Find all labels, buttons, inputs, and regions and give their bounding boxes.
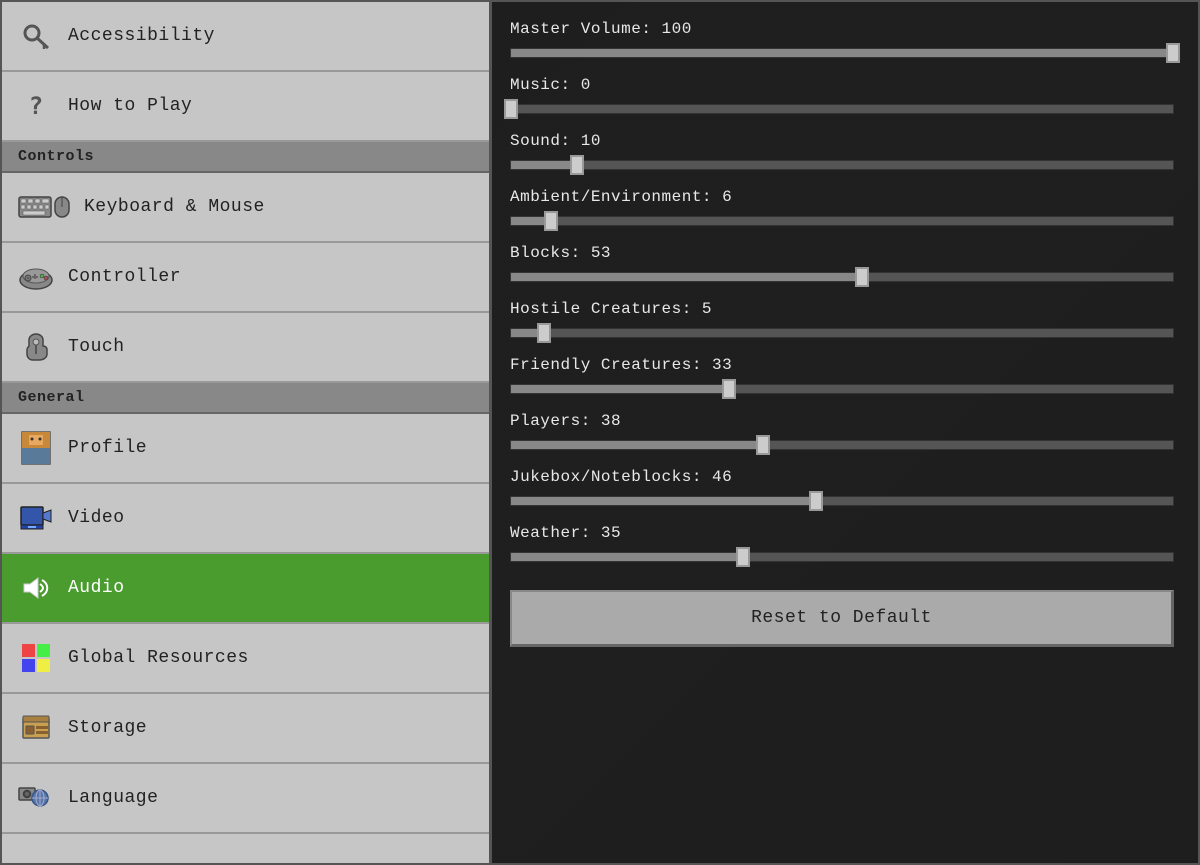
sidebar-item-label-storage: Storage <box>68 718 147 738</box>
slider-row-players: Players: 38 <box>510 412 1174 454</box>
sidebar-item-label-touch: Touch <box>68 337 125 357</box>
sidebar-item-keyboard-mouse[interactable]: Keyboard & Mouse <box>2 173 489 243</box>
slider-fill-players <box>511 441 763 449</box>
slider-track-music[interactable] <box>510 100 1174 118</box>
slider-thumb-music[interactable] <box>504 99 518 119</box>
slider-track-blocks[interactable] <box>510 268 1174 286</box>
slider-row-blocks: Blocks: 53 <box>510 244 1174 286</box>
slider-thumb-weather[interactable] <box>736 547 750 567</box>
language-icon <box>18 780 54 816</box>
reset-to-default-button[interactable]: Reset to Default <box>510 590 1174 647</box>
settings-layout: Accessibility? How to Play Controls <box>0 0 1200 865</box>
sidebar-item-controller[interactable]: Controller <box>2 243 489 313</box>
slider-track-master-volume[interactable] <box>510 44 1174 62</box>
storage-icon <box>18 710 54 746</box>
sidebar-item-label-keyboard-mouse: Keyboard & Mouse <box>84 197 265 217</box>
slider-thumb-friendly-creatures[interactable] <box>722 379 736 399</box>
slider-track-weather[interactable] <box>510 548 1174 566</box>
slider-fill-blocks <box>511 273 862 281</box>
sidebar-item-touch[interactable]: Touch <box>2 313 489 383</box>
question-icon: ? <box>18 88 54 124</box>
slider-row-sound: Sound: 10 <box>510 132 1174 174</box>
slider-row-master-volume: Master Volume: 100 <box>510 20 1174 62</box>
slider-track-players[interactable] <box>510 436 1174 454</box>
slider-row-hostile-creatures: Hostile Creatures: 5 <box>510 300 1174 342</box>
sidebar-item-label-audio: Audio <box>68 578 125 598</box>
slider-track-ambient[interactable] <box>510 212 1174 230</box>
sidebar-item-global-resources[interactable]: Global Resources <box>2 624 489 694</box>
slider-thumb-ambient[interactable] <box>544 211 558 231</box>
slider-track-jukebox[interactable] <box>510 492 1174 510</box>
slider-thumb-players[interactable] <box>756 435 770 455</box>
slider-label-weather: Weather: 35 <box>510 524 1174 542</box>
audio-icon <box>18 570 54 606</box>
sidebar-item-label-video: Video <box>68 508 125 528</box>
slider-thumb-master-volume[interactable] <box>1166 43 1180 63</box>
sidebar-item-label-global-resources: Global Resources <box>68 648 249 668</box>
key-icon <box>18 18 54 54</box>
slider-label-hostile-creatures: Hostile Creatures: 5 <box>510 300 1174 318</box>
sidebar-item-label-profile: Profile <box>68 438 147 458</box>
sidebar-item-storage[interactable]: Storage <box>2 694 489 764</box>
slider-thumb-hostile-creatures[interactable] <box>537 323 551 343</box>
profile-icon <box>18 430 54 466</box>
sidebar-item-label-accessibility: Accessibility <box>68 26 215 46</box>
slider-fill-jukebox <box>511 497 816 505</box>
slider-row-jukebox: Jukebox/Noteblocks: 46 <box>510 468 1174 510</box>
sidebar-item-audio[interactable]: Audio <box>2 554 489 624</box>
sidebar-item-language[interactable]: Language <box>2 764 489 834</box>
sidebar-item-accessibility[interactable]: Accessibility <box>2 2 489 72</box>
slider-fill-master-volume <box>511 49 1173 57</box>
slider-label-ambient: Ambient/Environment: 6 <box>510 188 1174 206</box>
sidebar-item-label-how-to-play: How to Play <box>68 96 192 116</box>
slider-track-friendly-creatures[interactable] <box>510 380 1174 398</box>
sidebar-item-label-language: Language <box>68 788 158 808</box>
slider-row-weather: Weather: 35 <box>510 524 1174 566</box>
slider-row-music: Music: 0 <box>510 76 1174 118</box>
sidebar-item-profile[interactable]: Profile <box>2 414 489 484</box>
slider-label-sound: Sound: 10 <box>510 132 1174 150</box>
sidebar-item-how-to-play[interactable]: ? How to Play <box>2 72 489 142</box>
video-icon <box>18 500 54 536</box>
controller-icon <box>18 259 54 295</box>
slider-track-hostile-creatures[interactable] <box>510 324 1174 342</box>
global-icon <box>18 640 54 676</box>
slider-row-ambient: Ambient/Environment: 6 <box>510 188 1174 230</box>
sidebar-item-label-controller: Controller <box>68 267 181 287</box>
sidebar-item-video[interactable]: Video <box>2 484 489 554</box>
slider-track-sound[interactable] <box>510 156 1174 174</box>
slider-label-blocks: Blocks: 53 <box>510 244 1174 262</box>
slider-thumb-blocks[interactable] <box>855 267 869 287</box>
slider-label-friendly-creatures: Friendly Creatures: 33 <box>510 356 1174 374</box>
slider-label-master-volume: Master Volume: 100 <box>510 20 1174 38</box>
slider-label-players: Players: 38 <box>510 412 1174 430</box>
slider-thumb-sound[interactable] <box>570 155 584 175</box>
section-header-general: General <box>2 383 489 414</box>
touch-icon <box>18 329 54 365</box>
slider-label-jukebox: Jukebox/Noteblocks: 46 <box>510 468 1174 486</box>
sidebar: Accessibility? How to Play Controls <box>2 2 492 863</box>
slider-fill-sound <box>511 161 577 169</box>
main-panel: Master Volume: 100 Music: 0 Sound: 10 Ambie… <box>492 2 1198 863</box>
keyboard-icon <box>18 189 70 225</box>
slider-thumb-jukebox[interactable] <box>809 491 823 511</box>
slider-fill-weather <box>511 553 743 561</box>
slider-fill-friendly-creatures <box>511 385 729 393</box>
slider-row-friendly-creatures: Friendly Creatures: 33 <box>510 356 1174 398</box>
slider-label-music: Music: 0 <box>510 76 1174 94</box>
section-header-controls: Controls <box>2 142 489 173</box>
